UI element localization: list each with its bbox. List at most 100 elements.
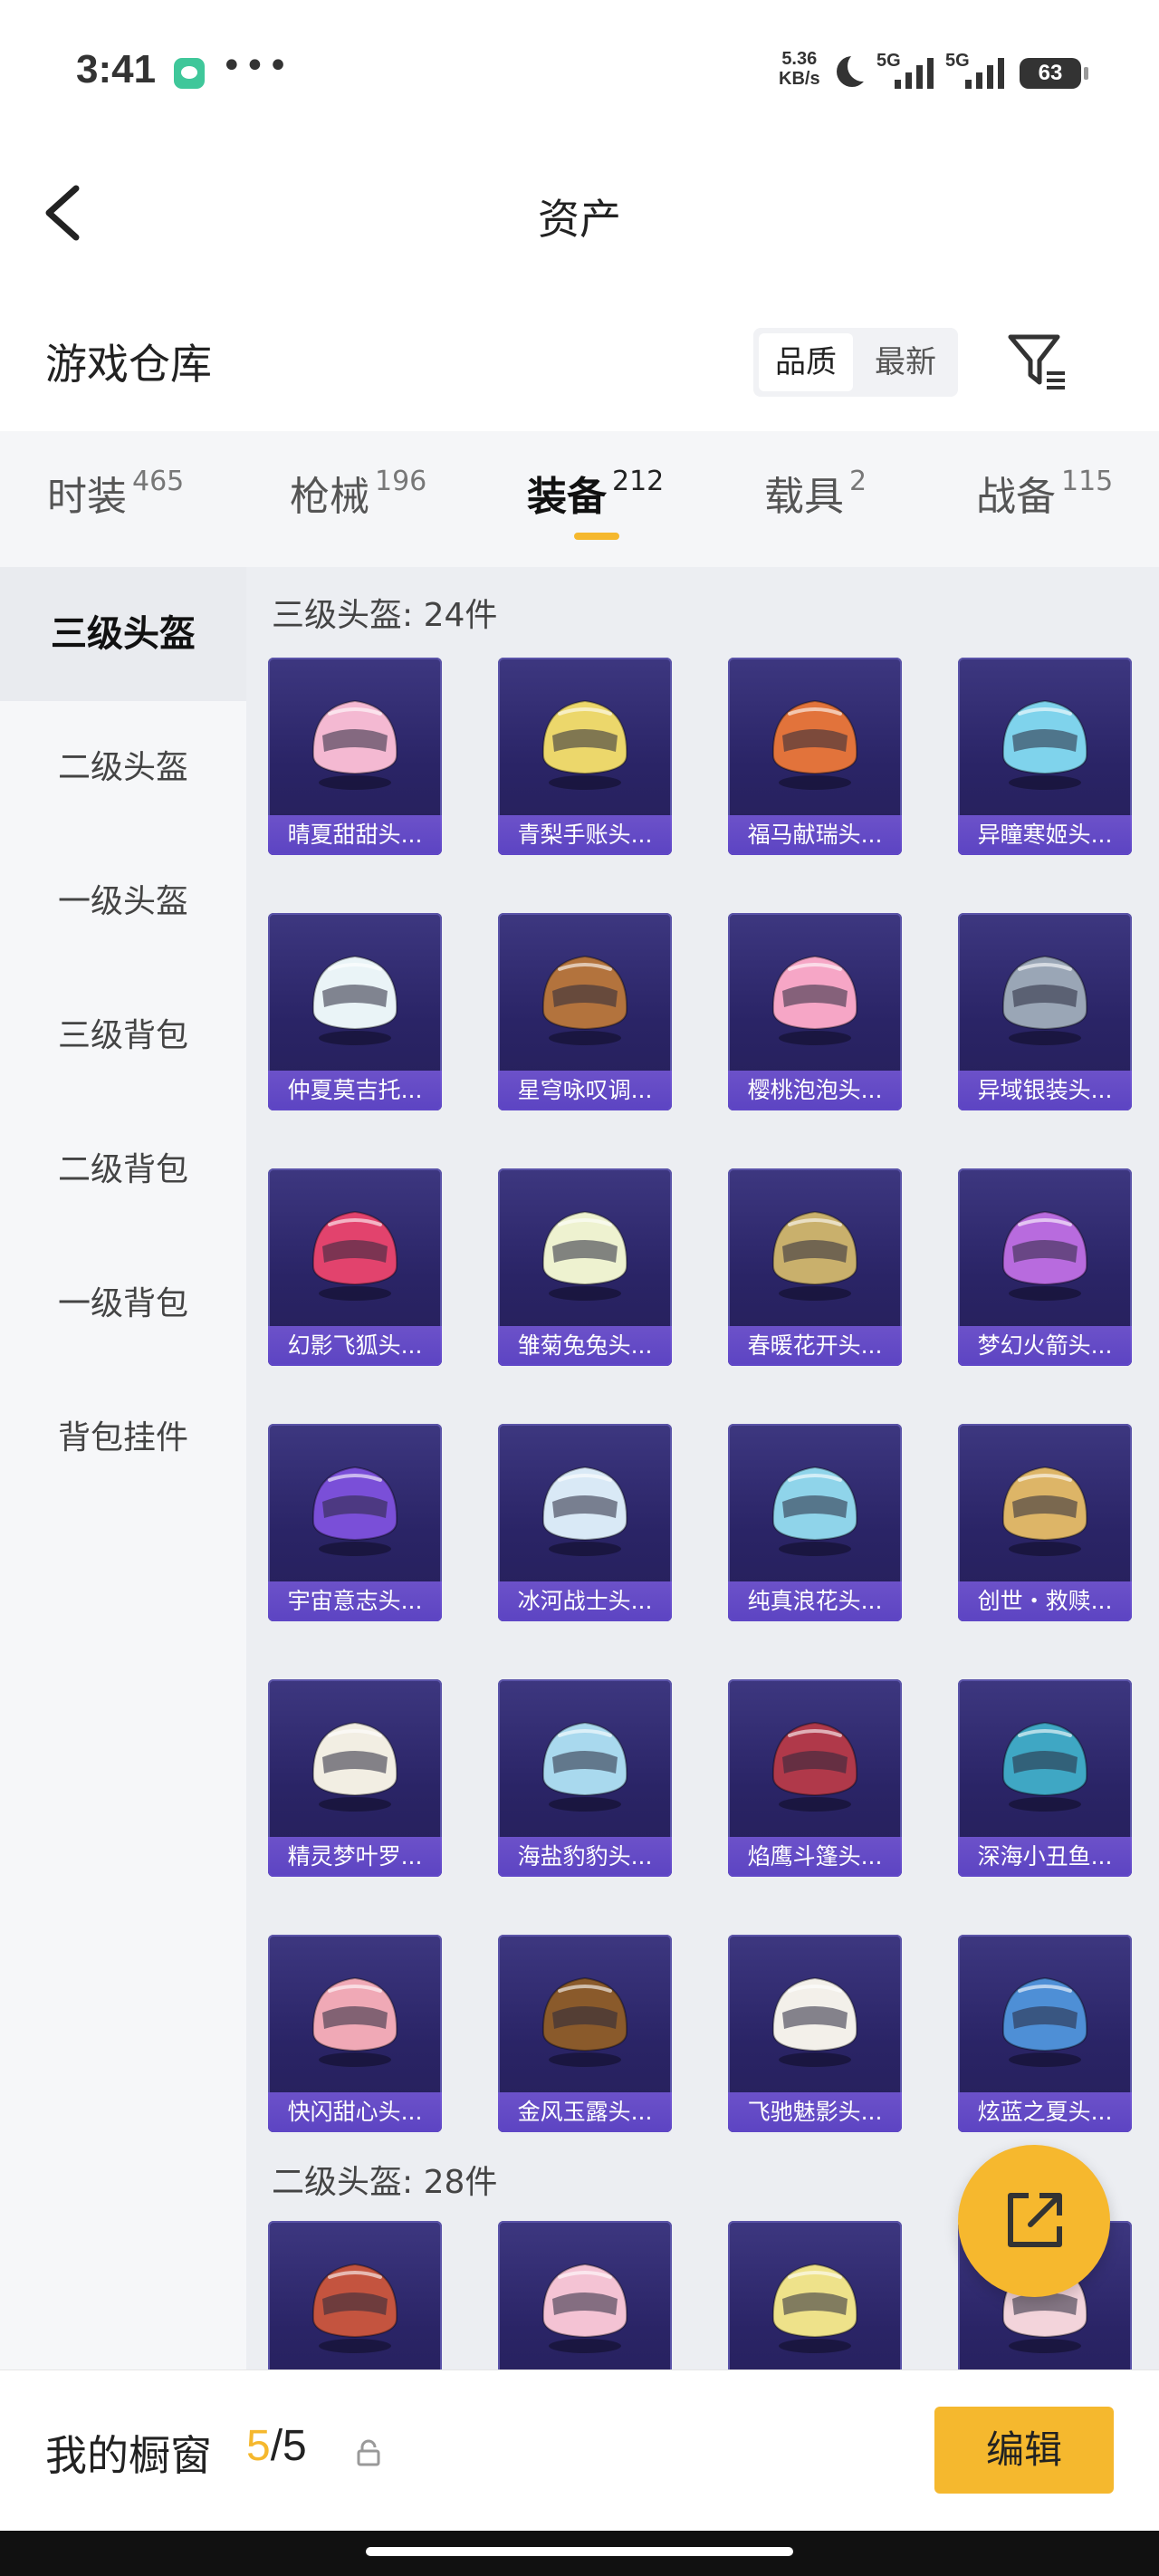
showcase-label: 我的橱窗 (45, 2431, 212, 2480)
helmet-icon (1001, 699, 1088, 790)
item-name: 樱桃泡泡头... (728, 1071, 902, 1110)
item-name: 异域银装头... (958, 1071, 1132, 1110)
tab-label: 枪械 (290, 474, 369, 520)
sort-option-quality[interactable]: 品质 (759, 333, 853, 391)
sort-option-newest[interactable]: 最新 (858, 333, 953, 391)
item-card[interactable]: 福马献瑞头... (728, 658, 902, 855)
helmet-icon (771, 1721, 858, 1812)
helmet-icon (541, 1466, 628, 1556)
item-name: 飞驰魅影头... (728, 2092, 902, 2132)
status-time: 3:41 (76, 47, 157, 91)
battery-icon: 63 (1020, 58, 1088, 89)
top-navigation: 资产 (0, 145, 1159, 281)
item-card[interactable]: 海盐豹豹头... (498, 1679, 672, 1877)
status-bar: 3:41 ••• 5.36 KB/s 5G 5G 63 (0, 0, 1159, 145)
item-card[interactable]: 冰河战士头... (498, 1424, 672, 1621)
tab-label: 载具 (764, 474, 844, 520)
helmet-icon (311, 1466, 398, 1556)
item-card[interactable] (268, 2221, 442, 2369)
tab-count: 465 (132, 466, 185, 497)
home-indicator (0, 2531, 1159, 2576)
sidebar-item-level1-helmet[interactable]: 一级头盔 (0, 835, 246, 969)
sidebar-item-level1-backpack[interactable]: 一级背包 (0, 1237, 246, 1371)
filter-button[interactable] (1005, 330, 1072, 393)
item-name: 冰河战士头... (498, 1581, 672, 1621)
item-card[interactable] (728, 2221, 902, 2369)
sim1-network-type: 5G (876, 51, 901, 71)
section-title-level2-helmet: 二级头盔: 28件 (272, 2164, 498, 2201)
item-name: 雏菊兔兔头... (498, 1326, 672, 1366)
item-name: 梦幻火箭头... (958, 1326, 1132, 1366)
item-name: 仲夏莫吉托... (268, 1071, 442, 1110)
helmet-icon (311, 699, 398, 790)
helmet-icon (771, 699, 858, 790)
showcase-total: /5 (270, 2422, 307, 2470)
helmet-icon (541, 1721, 628, 1812)
item-name: 创世・救赎... (958, 1581, 1132, 1621)
item-card[interactable]: 金风玉露头... (498, 1935, 672, 2132)
item-card[interactable]: 雏菊兔兔头... (498, 1168, 672, 1366)
sidebar-item-level2-backpack[interactable]: 二级背包 (0, 1103, 246, 1237)
tab-equipment[interactable]: 装备 212 (527, 464, 664, 522)
item-card[interactable] (498, 2221, 672, 2369)
helmet-icon (771, 2263, 858, 2353)
showcase-bar: 我的橱窗 5/5 编辑 (0, 2369, 1159, 2532)
network-speed-unit: KB/s (779, 69, 820, 89)
tab-fashion[interactable]: 时装 465 (47, 464, 184, 522)
page-title: 资产 (538, 195, 621, 244)
filter-icon (1008, 334, 1065, 389)
item-card[interactable]: 快闪甜心头... (268, 1935, 442, 2132)
item-card[interactable]: 晴夏甜甜头... (268, 658, 442, 855)
item-card[interactable]: 青梨手账头... (498, 658, 672, 855)
item-name: 异瞳寒姬头... (958, 815, 1132, 855)
share-button[interactable] (958, 2145, 1110, 2297)
helmet-icon (541, 955, 628, 1045)
tab-vehicles[interactable]: 载具 2 (764, 464, 867, 522)
item-name: 精灵梦叶罗... (268, 1837, 442, 1877)
item-card[interactable]: 幻影飞狐头... (268, 1168, 442, 1366)
signal-icon-sim1: 5G (876, 51, 934, 91)
item-card[interactable]: 异瞳寒姬头... (958, 658, 1132, 855)
sidebar-item-backpack-charm[interactable]: 背包挂件 (0, 1371, 246, 1505)
helmet-icon (1001, 1976, 1088, 2067)
item-card[interactable]: 纯真浪花头... (728, 1424, 902, 1621)
sidebar-item-level3-backpack[interactable]: 三级背包 (0, 969, 246, 1103)
helmet-icon (541, 1210, 628, 1301)
showcase-current: 5 (246, 2422, 271, 2470)
item-name: 青梨手账头... (498, 815, 672, 855)
tab-firearms[interactable]: 枪械 196 (290, 464, 426, 522)
item-card[interactable]: 飞驰魅影头... (728, 1935, 902, 2132)
item-card[interactable]: 星穹咏叹调... (498, 913, 672, 1110)
tab-supplies[interactable]: 战备 115 (976, 464, 1113, 522)
sidebar-item-level2-helmet[interactable]: 二级头盔 (0, 701, 246, 835)
item-grid: 三级头盔: 24件 二级头盔: 28件 晴夏甜甜头... 青梨手账头... 福马献瑞… (246, 567, 1159, 2369)
sidebar-item-level3-helmet[interactable]: 三级头盔 (0, 567, 246, 701)
helmet-icon (541, 1976, 628, 2067)
helmet-icon (771, 1466, 858, 1556)
helmet-icon (311, 1210, 398, 1301)
do-not-disturb-icon (837, 51, 878, 87)
item-name: 幻影飞狐头... (268, 1326, 442, 1366)
network-speed: 5.36 KB/s (779, 49, 820, 89)
helmet-icon (771, 1210, 858, 1301)
edit-button[interactable]: 编辑 (934, 2407, 1114, 2494)
item-name: 海盐豹豹头... (498, 1837, 672, 1877)
item-card[interactable]: 仲夏莫吉托... (268, 913, 442, 1110)
item-card[interactable]: 炫蓝之夏头... (958, 1935, 1132, 2132)
sim2-network-type: 5G (945, 51, 970, 71)
item-card[interactable]: 焰鹰斗篷头... (728, 1679, 902, 1877)
helmet-icon (771, 1976, 858, 2067)
sort-toggle: 品质 最新 (753, 328, 958, 397)
item-card[interactable]: 深海小丑鱼... (958, 1679, 1132, 1877)
item-card[interactable]: 创世・救赎... (958, 1424, 1132, 1621)
item-name: 纯真浪花头... (728, 1581, 902, 1621)
item-card[interactable]: 樱桃泡泡头... (728, 913, 902, 1110)
item-card[interactable]: 异域银装头... (958, 913, 1132, 1110)
item-card[interactable]: 梦幻火箭头... (958, 1168, 1132, 1366)
showcase-count: 5/5 (246, 2421, 307, 2471)
item-card[interactable]: 精灵梦叶罗... (268, 1679, 442, 1877)
item-name: 春暖花开头... (728, 1326, 902, 1366)
item-card[interactable]: 宇宙意志头... (268, 1424, 442, 1621)
helmet-icon (1001, 955, 1088, 1045)
item-card[interactable]: 春暖花开头... (728, 1168, 902, 1366)
